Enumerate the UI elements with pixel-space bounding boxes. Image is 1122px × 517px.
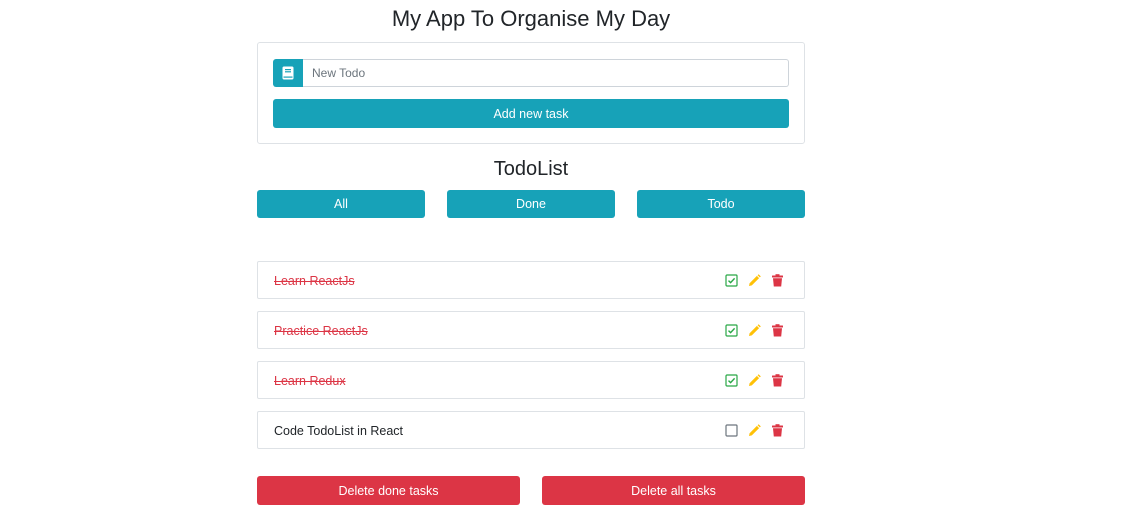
task-label: Practice ReactJs [274, 324, 368, 338]
task-item: Learn Redux [257, 361, 805, 399]
task-item: Learn ReactJs [257, 261, 805, 299]
book-icon [273, 59, 303, 87]
todo-list-title: TodoList [493, 158, 569, 180]
pencil-icon[interactable] [748, 423, 761, 437]
pencil-icon[interactable] [748, 273, 761, 287]
checkbox-checked-icon[interactable] [725, 273, 738, 287]
new-todo-input[interactable] [303, 59, 789, 87]
filter-done-button[interactable]: Done [447, 190, 615, 218]
trash-icon[interactable] [771, 373, 784, 387]
task-actions [725, 323, 784, 337]
new-todo-card: Add new task [257, 42, 805, 144]
pencil-icon[interactable] [748, 373, 761, 387]
page-title: My App To Organise My Day [391, 6, 671, 31]
trash-icon[interactable] [771, 323, 784, 337]
task-actions [725, 373, 784, 387]
checkbox-unchecked-icon[interactable] [725, 423, 738, 437]
checkbox-checked-icon[interactable] [725, 323, 738, 337]
new-todo-input-group [273, 59, 789, 87]
delete-done-tasks-button[interactable]: Delete done tasks [257, 476, 520, 505]
task-label: Code TodoList in React [274, 424, 404, 438]
task-label: Learn ReactJs [274, 274, 355, 288]
task-actions [725, 423, 784, 437]
checkbox-checked-icon[interactable] [725, 373, 738, 387]
pencil-icon[interactable] [748, 323, 761, 337]
task-label: Learn Redux [274, 374, 346, 388]
task-item: Practice ReactJs [257, 311, 805, 349]
delete-all-tasks-button[interactable]: Delete all tasks [542, 476, 805, 505]
filter-all-button[interactable]: All [257, 190, 425, 218]
add-task-button[interactable]: Add new task [273, 99, 789, 128]
task-actions [725, 273, 784, 287]
filter-bar: All Done Todo [257, 190, 805, 218]
filter-todo-button[interactable]: Todo [637, 190, 805, 218]
trash-icon[interactable] [771, 273, 784, 287]
task-item: Code TodoList in React [257, 411, 805, 449]
trash-icon[interactable] [771, 423, 784, 437]
